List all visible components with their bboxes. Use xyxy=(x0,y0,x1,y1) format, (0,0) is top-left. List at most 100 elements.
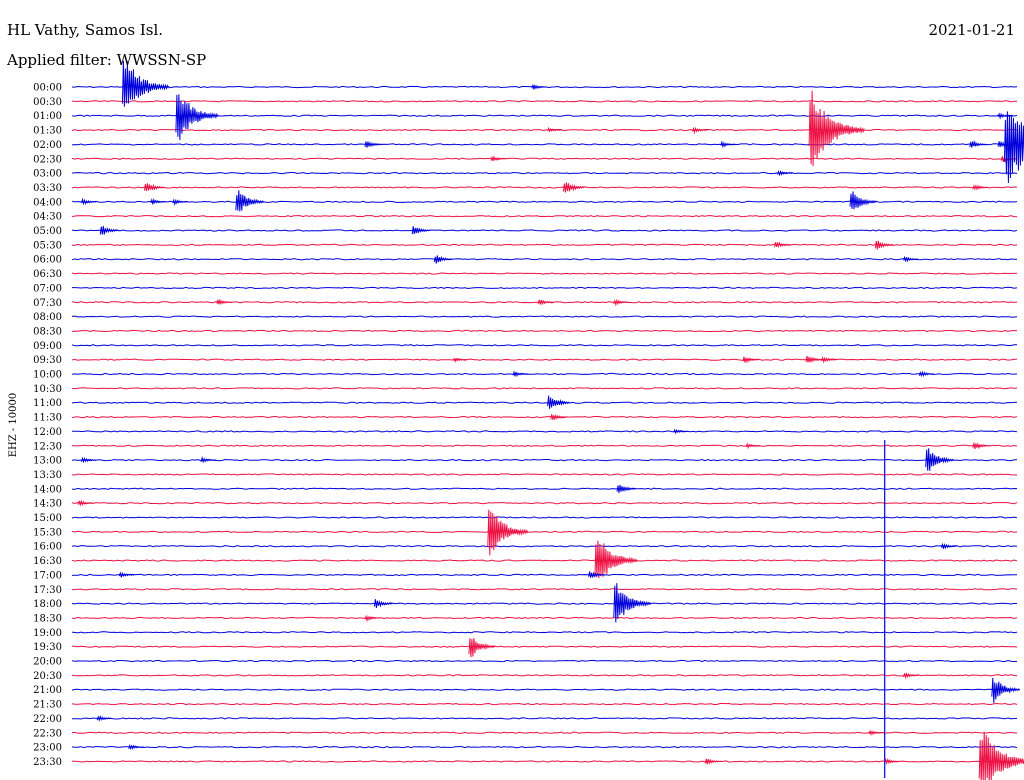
event-mark xyxy=(940,542,957,550)
tick-label-2130: 21:30 xyxy=(33,700,62,711)
tick-label-2330: 23:30 xyxy=(33,757,62,768)
event-mark xyxy=(613,298,629,307)
event-mark xyxy=(991,677,1021,704)
trace-row-1100 xyxy=(71,401,1018,404)
trace-row-0200 xyxy=(71,143,1018,146)
event-mark xyxy=(884,757,900,766)
event-mark xyxy=(918,370,935,378)
event-mark xyxy=(468,637,496,658)
tick-label-1730: 17:30 xyxy=(33,585,62,596)
event-mark xyxy=(849,191,877,210)
tick-label-1230: 12:30 xyxy=(33,441,62,452)
event-mark xyxy=(512,370,529,378)
trace-row-1900 xyxy=(71,631,1018,634)
trace-row-1600 xyxy=(71,545,1018,548)
event-mark xyxy=(81,456,97,464)
station-title: HL Vathy, Samos Isl. xyxy=(7,21,164,39)
tick-label-0430: 04:30 xyxy=(33,212,62,223)
trace-row-1330 xyxy=(71,473,1018,476)
tick-label-0800: 08:00 xyxy=(33,312,62,323)
tick-label-0300: 03:00 xyxy=(33,169,62,180)
event-mark xyxy=(868,729,885,737)
trace-row-1230 xyxy=(71,444,1018,447)
event-mark xyxy=(411,226,431,235)
trace-row-1430 xyxy=(71,502,1018,505)
event-mark xyxy=(969,140,988,148)
tick-label-1900: 19:00 xyxy=(33,628,62,639)
tick-label-1330: 13:30 xyxy=(33,470,62,481)
event-mark xyxy=(364,614,381,623)
event-mark xyxy=(692,126,708,135)
tick-label-1800: 18:00 xyxy=(33,599,62,610)
tick-label-1300: 13:00 xyxy=(33,456,62,467)
tick-label-1930: 19:30 xyxy=(33,642,62,653)
tick-label-1500: 15:00 xyxy=(33,513,62,524)
trace-row-1530 xyxy=(71,530,1018,533)
trace-row-0430 xyxy=(71,215,1018,218)
trace-row-0830 xyxy=(71,329,1018,333)
event-mark xyxy=(150,197,166,205)
trace-row-1500 xyxy=(71,516,1018,519)
tick-label-0000: 00:00 xyxy=(33,83,62,94)
trace-row-0500 xyxy=(71,229,1018,232)
event-mark xyxy=(490,155,507,162)
event-mark xyxy=(200,455,217,464)
tick-label-0400: 04:00 xyxy=(33,197,62,208)
trace-row-0230 xyxy=(71,157,1018,160)
trace-row-2130 xyxy=(71,702,1018,706)
tick-label-0930: 09:30 xyxy=(33,355,62,366)
date-label: 2021-01-21 xyxy=(928,21,1015,39)
trace-row-0600 xyxy=(71,258,1017,261)
tick-label-0200: 02:00 xyxy=(33,140,62,151)
trace-row-2030 xyxy=(71,674,1018,677)
event-mark xyxy=(805,355,824,363)
event-mark xyxy=(172,198,188,207)
trace-row-1930 xyxy=(71,645,1018,648)
tick-label-0600: 06:00 xyxy=(33,255,62,266)
tick-label-1830: 18:30 xyxy=(33,613,62,624)
event-mark xyxy=(547,395,570,409)
tick-label-0530: 05:30 xyxy=(33,240,62,251)
event-mark xyxy=(925,448,955,471)
tick-label-0500: 05:00 xyxy=(33,226,62,237)
event-mark xyxy=(903,672,919,680)
trace-row-1700 xyxy=(71,573,1017,577)
trace-row-1400 xyxy=(71,487,1018,490)
event-mark xyxy=(216,298,233,306)
event-mark xyxy=(745,442,761,450)
trace-row-1030 xyxy=(71,387,1018,390)
tick-label-0830: 08:30 xyxy=(33,326,62,337)
event-mark xyxy=(978,731,1024,780)
trace-row-1730 xyxy=(71,588,1018,591)
channel-axis-label: EHZ - 10000 xyxy=(8,393,19,458)
trace-row-2200 xyxy=(71,717,1018,720)
tick-label-1630: 16:30 xyxy=(33,556,62,567)
trace-row-2300 xyxy=(71,745,1018,749)
tick-label-0100: 01:00 xyxy=(33,111,62,122)
tick-label-1130: 11:30 xyxy=(33,413,62,424)
event-mark xyxy=(742,356,760,364)
tick-label-1400: 14:00 xyxy=(33,484,62,495)
tick-label-1200: 12:00 xyxy=(33,427,62,438)
tick-label-2100: 21:00 xyxy=(33,685,62,696)
event-mark xyxy=(673,428,688,435)
event-mark xyxy=(537,299,554,306)
trace-row-1200 xyxy=(71,430,1018,433)
tick-label-0900: 09:00 xyxy=(33,341,62,352)
trace-row-0030 xyxy=(71,100,1017,103)
trace-row-0700 xyxy=(72,286,1018,290)
trace-row-0130 xyxy=(71,128,1018,132)
tick-label-1100: 11:00 xyxy=(33,398,62,409)
event-mark xyxy=(96,714,113,722)
trace-row-1830 xyxy=(71,616,1018,620)
trace-row-0800 xyxy=(71,315,1018,318)
tick-label-2300: 23:00 xyxy=(33,743,62,754)
tick-label-1430: 14:30 xyxy=(33,499,62,510)
event-mark xyxy=(128,743,144,751)
event-mark xyxy=(562,182,585,193)
tick-label-0130: 01:30 xyxy=(33,126,62,137)
tick-label-1700: 17:00 xyxy=(33,570,62,581)
trace-row-1800 xyxy=(71,602,1018,605)
trace-row-0300 xyxy=(71,171,1018,175)
event-mark xyxy=(903,255,919,263)
